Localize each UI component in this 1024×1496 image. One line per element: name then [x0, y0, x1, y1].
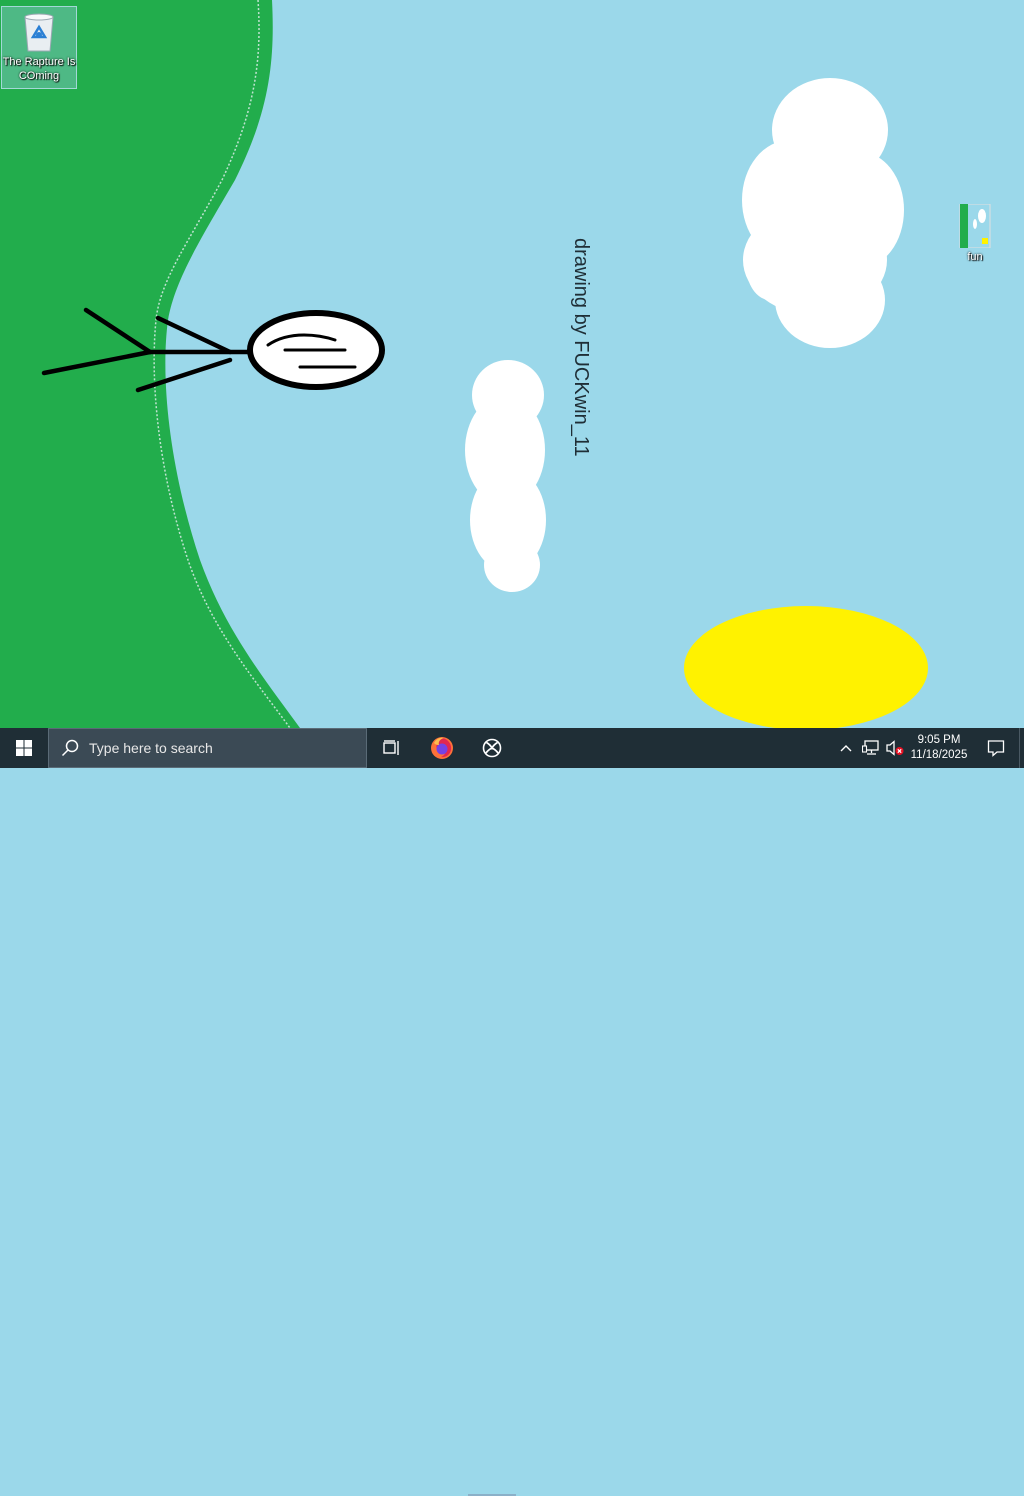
taskbar-xbox[interactable] [468, 728, 516, 768]
recycle-bin-icon [19, 9, 59, 53]
desktop-icon-label: fun [967, 251, 983, 263]
desktop[interactable]: drawing by FUCKwin_11 The Rapture Is COm… [0, 0, 1024, 728]
windows-logo-icon [16, 740, 32, 756]
show-desktop-button[interactable] [1019, 728, 1024, 768]
task-view-icon [383, 740, 399, 755]
desktop-icon-fun[interactable]: fun [950, 203, 1000, 264]
search-icon [61, 739, 79, 757]
taskbar-firefox[interactable] [418, 728, 466, 768]
task-view-button[interactable] [368, 728, 416, 768]
firefox-icon [431, 737, 453, 759]
notification-icon [987, 740, 1005, 757]
network-icon [862, 740, 879, 755]
clock[interactable]: 9:05 PM 11/18/2025 [906, 728, 972, 768]
xbox-icon [482, 738, 502, 758]
search-box[interactable]: Type here to search [48, 728, 367, 768]
network-button[interactable] [860, 728, 882, 768]
show-hidden-icons-button[interactable] [836, 728, 856, 768]
sun [684, 606, 928, 728]
desktop-icon-recycle-bin[interactable]: The Rapture Is COming [1, 6, 77, 89]
taskbar: Type here to search 9:05 PM 11/18/2025 [0, 728, 1024, 1496]
volume-muted-icon [886, 740, 904, 756]
start-button[interactable] [0, 728, 48, 768]
volume-button[interactable] [884, 728, 906, 768]
desktop-icon-label: The Rapture Is COming [2, 56, 76, 82]
clock-date: 11/18/2025 [910, 749, 968, 761]
clock-time: 9:05 PM [917, 734, 961, 746]
image-file-icon [958, 203, 992, 249]
wallpaper-drawing: drawing by FUCKwin_11 [0, 0, 1024, 728]
search-placeholder: Type here to search [89, 740, 213, 756]
action-center-button[interactable] [976, 728, 1016, 768]
drawing-caption: drawing by FUCKwin_11 [570, 238, 592, 457]
chevron-up-icon [840, 745, 852, 752]
